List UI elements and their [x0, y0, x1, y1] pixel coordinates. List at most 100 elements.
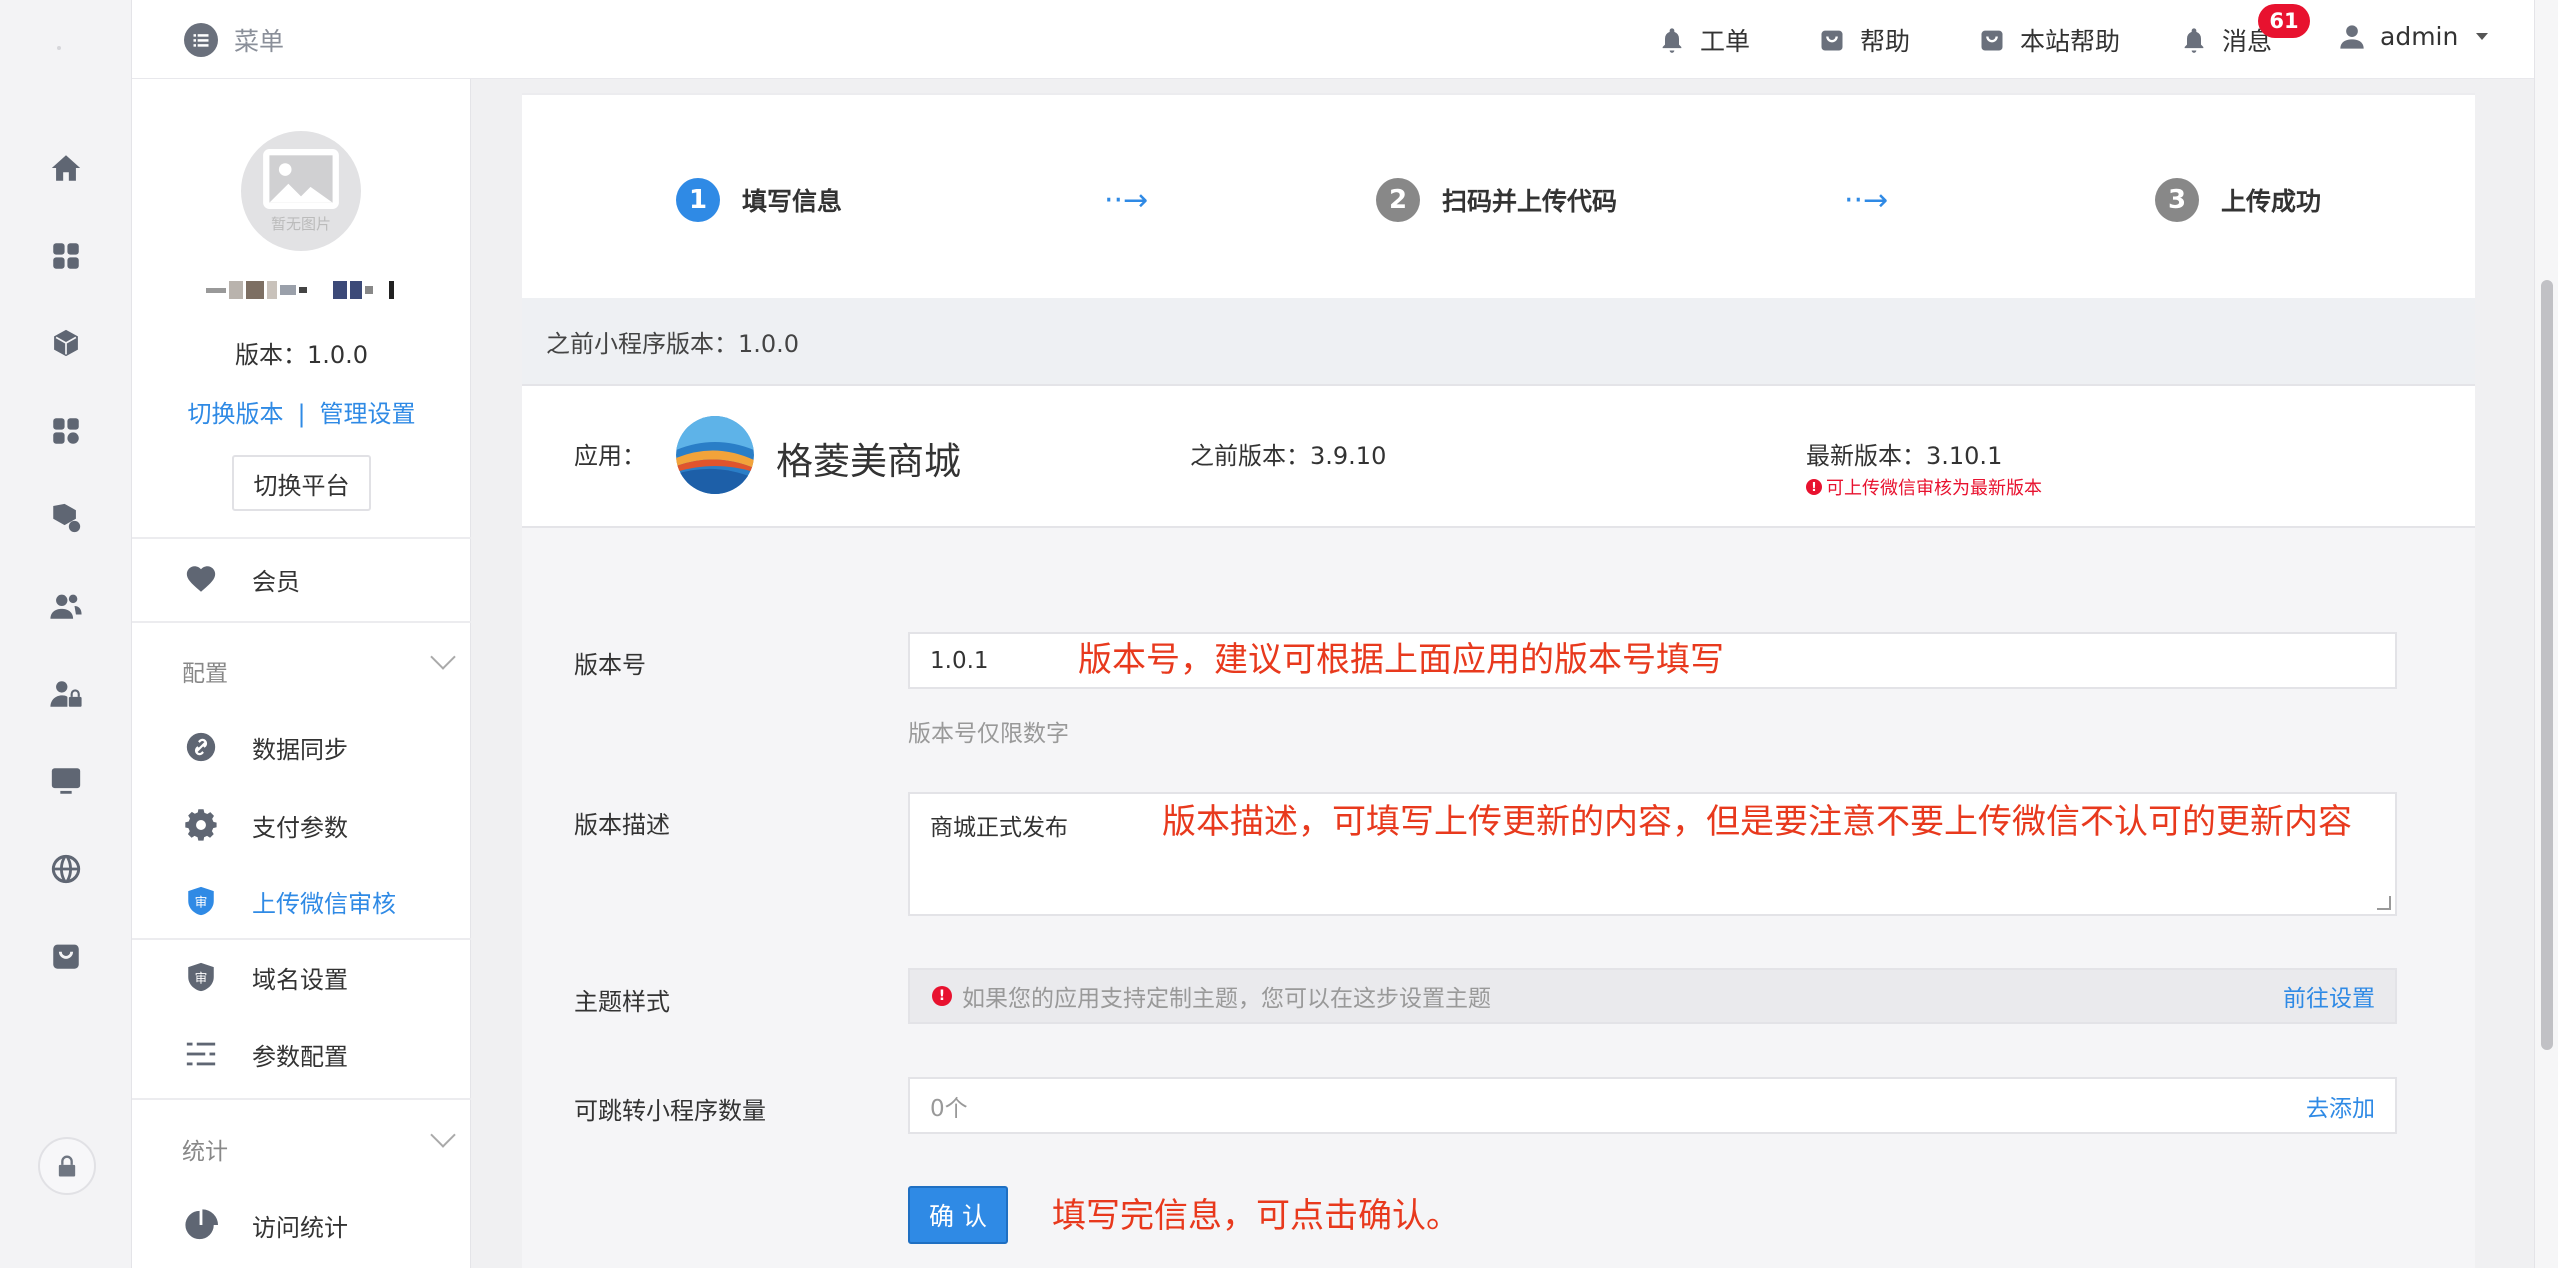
- sidebar-item-data-sync[interactable]: 数据同步: [132, 713, 471, 781]
- app-name: 格菱美商城: [776, 440, 961, 483]
- jump-label: 可跳转小程序数量: [574, 1097, 766, 1125]
- sidebar-links: 切换版本 | 管理设置: [132, 394, 471, 429]
- menu-icon: [184, 23, 218, 57]
- jump-count-input[interactable]: 0个 去添加: [908, 1077, 2397, 1134]
- box-settings-icon[interactable]: [46, 498, 86, 538]
- user-icon: [2340, 24, 2364, 49]
- confirm-button[interactable]: 确 认: [908, 1186, 1008, 1244]
- sidebar-item-label: 上传微信审核: [252, 889, 396, 918]
- app-logo: [676, 416, 754, 494]
- monitor-icon[interactable]: [46, 761, 86, 801]
- arrow-right-icon: ··→: [1844, 183, 1889, 218]
- page-scrollbar[interactable]: [2534, 0, 2558, 1268]
- menu-button[interactable]: 菜单: [184, 22, 284, 58]
- version-help: 版本号仅限数字: [908, 721, 1069, 747]
- sidebar-item-member[interactable]: 会员: [132, 545, 471, 613]
- error-icon: !: [932, 986, 952, 1006]
- apps-settings-icon[interactable]: [46, 411, 86, 451]
- user-name: admin: [2380, 22, 2459, 51]
- group-config-label: 配置: [182, 661, 228, 687]
- users-icon[interactable]: [46, 586, 86, 626]
- gear-icon: [185, 809, 217, 841]
- left-icon-rail: [0, 0, 132, 1268]
- step-2: 2 扫码并上传代码: [1376, 178, 1617, 222]
- box-icon[interactable]: [46, 323, 86, 363]
- switch-version-link[interactable]: 切换版本: [187, 400, 283, 428]
- user-lock-icon[interactable]: [46, 674, 86, 714]
- nav-ticket[interactable]: 工单: [1658, 22, 1750, 58]
- switch-platform-button[interactable]: 切换平台: [232, 455, 371, 511]
- blurred-app-name: [206, 277, 396, 303]
- nav-help-label: 帮助: [1860, 27, 1911, 56]
- bag-icon: [1821, 30, 1843, 51]
- list-icon: [186, 1042, 216, 1066]
- scrollbar-thumb[interactable]: [2541, 280, 2553, 1050]
- step-label: 扫码并上传代码: [1442, 187, 1618, 216]
- menu-label: 菜单: [234, 27, 285, 56]
- nav-site-help[interactable]: 本站帮助: [1978, 22, 2120, 58]
- version-input-value: 1.0.1: [930, 647, 989, 674]
- sidebar-item-params[interactable]: 参数配置: [132, 1020, 471, 1088]
- pie-chart-icon: [185, 1209, 218, 1240]
- sidebar-item-visit-stats[interactable]: 访问统计: [132, 1191, 471, 1259]
- apps-icon[interactable]: [46, 236, 86, 276]
- desc-textarea-value: 商城正式发布: [930, 815, 1068, 841]
- step-label: 填写信息: [742, 187, 843, 216]
- sidebar-item-label: 数据同步: [252, 735, 348, 764]
- link-icon: [186, 732, 216, 762]
- rail-dot: [57, 46, 61, 50]
- group-config[interactable]: 配置: [182, 644, 472, 688]
- group-stats[interactable]: 统计: [182, 1122, 472, 1166]
- nav-help[interactable]: 帮助: [1818, 22, 1910, 58]
- nav-ticket-label: 工单: [1700, 27, 1751, 56]
- step-label: 上传成功: [2221, 187, 2322, 216]
- link-separator: |: [297, 400, 306, 428]
- desc-label: 版本描述: [574, 811, 670, 839]
- add-jump-link[interactable]: 去添加: [2306, 1089, 2375, 1123]
- confirm-annotation: 填写完信息，可点击确认。: [1052, 1196, 1460, 1236]
- divider: [132, 938, 471, 940]
- error-icon: !: [1806, 479, 1822, 495]
- app-previous-version: 之前版本：3.9.10: [1190, 442, 1387, 470]
- theme-label: 主题样式: [574, 988, 670, 1016]
- sidebar-item-label: 访问统计: [252, 1213, 348, 1242]
- sidebar-item-label: 支付参数: [252, 813, 348, 842]
- theme-settings-link[interactable]: 前往设置: [2283, 979, 2375, 1013]
- sidebar-item-wechat-review[interactable]: 审 上传微信审核: [132, 867, 471, 935]
- globe-icon[interactable]: [46, 849, 86, 889]
- latest-note-text: 可上传微信审核为最新版本: [1826, 478, 2042, 499]
- app-info-row: 应用： 格菱美商城 之前版本：3.9.10 最新版本：3.10.1 ! 可上传微…: [522, 386, 2475, 528]
- sidebar-item-label: 会员: [252, 567, 300, 596]
- jump-count-value: 0个: [930, 1095, 968, 1122]
- sidebar-version: 版本：1.0.0: [234, 341, 369, 369]
- shield-icon: 审: [188, 962, 214, 992]
- arrow-right-icon: ··→: [1104, 183, 1149, 218]
- image-placeholder-icon: [263, 148, 339, 209]
- manage-settings-link[interactable]: 管理设置: [320, 400, 416, 428]
- resize-handle[interactable]: [2377, 896, 2391, 910]
- app-sidebar: 暂无图片 版本：1.0.0 切换版本 | 管理设置 切换平台 会员 配置 数据同步 …: [132, 79, 471, 1268]
- step-3: 3 上传成功: [2155, 178, 2321, 222]
- group-stats-label: 统计: [182, 1139, 228, 1165]
- bell-icon: [2184, 28, 2204, 53]
- sidebar-item-domain[interactable]: 审 域名设置: [132, 943, 471, 1011]
- sidebar-item-payment[interactable]: 支付参数: [132, 791, 471, 859]
- nav-site-help-label: 本站帮助: [2020, 27, 2121, 56]
- app-label: 应用：: [574, 442, 646, 470]
- upload-form: 版本号 1.0.1 版本号，建议可根据上面应用的版本号填写 版本号仅限数字 版本…: [522, 528, 2475, 1268]
- shield-icon: 审: [188, 886, 214, 916]
- chevron-down-icon: [430, 644, 456, 670]
- svg-text:审: 审: [195, 972, 208, 987]
- step-number: 2: [1376, 178, 1420, 222]
- shop-icon[interactable]: [46, 936, 86, 976]
- divider: [132, 621, 471, 623]
- step-number: 3: [2155, 178, 2199, 222]
- nav-messages[interactable]: 消息: [2180, 22, 2272, 58]
- app-avatar: 暂无图片: [241, 131, 361, 251]
- user-menu[interactable]: admin: [2338, 22, 2489, 51]
- lock-icon[interactable]: [38, 1137, 96, 1195]
- top-header: 菜单 工单 帮助 本站帮助 消息 61 admin: [132, 0, 2534, 79]
- home-icon[interactable]: [46, 148, 86, 188]
- svg-text:审: 审: [195, 896, 208, 911]
- bell-icon: [1662, 28, 1682, 53]
